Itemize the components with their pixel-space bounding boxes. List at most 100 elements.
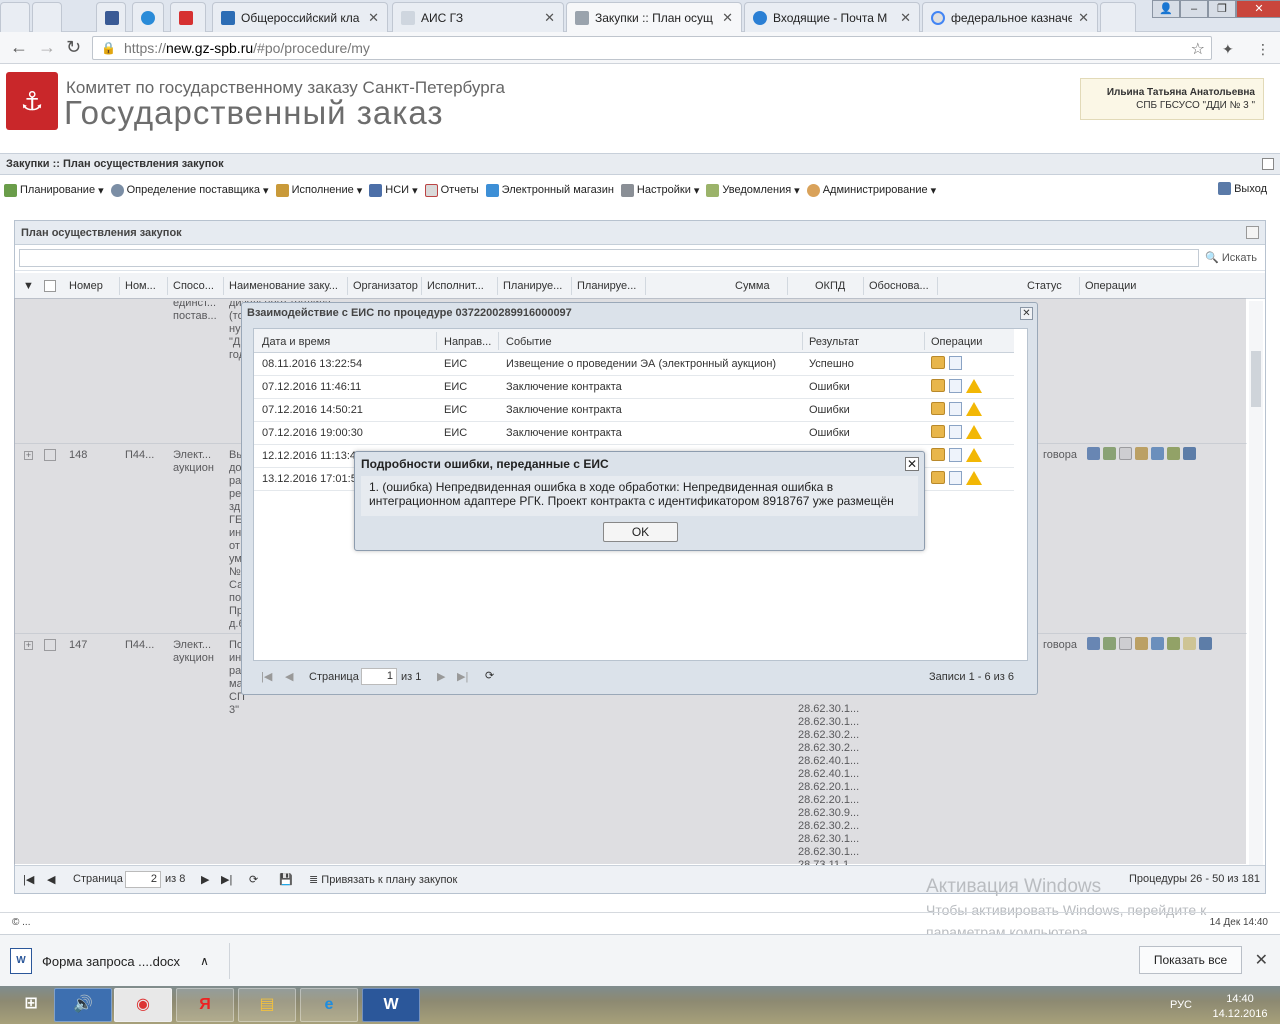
package-icon[interactable] [931,356,945,369]
save-icon[interactable]: 💾 [279,873,293,886]
document-icon[interactable] [949,356,962,370]
col-operations[interactable]: Операции [931,336,982,348]
page-number-input[interactable]: 2 [125,871,161,888]
menu-icon[interactable]: ⋮ [1256,40,1270,58]
first-page-icon[interactable]: |◀ [261,670,272,683]
windows-start-icon[interactable]: ⊞ [2,988,60,1022]
user-info[interactable]: Ильина Татьяна Анатольевна СПБ ГБСУСО "Д… [1080,78,1264,120]
col-okpd[interactable]: ОКПД [815,280,845,292]
close-icon[interactable]: ✕ [722,10,733,26]
clock[interactable]: 14:40 14.12.2016 [1210,992,1270,1022]
col-status[interactable]: Статус [1027,280,1062,292]
prev-page-icon[interactable]: ◀ [285,670,293,683]
package-icon[interactable] [931,379,945,392]
ok-button[interactable]: OK [603,522,678,542]
tab-pinned-3[interactable] [96,2,126,32]
col-result[interactable]: Результат [809,336,859,348]
tab-pinned-5[interactable] [170,2,206,32]
show-all-button[interactable]: Показать все [1139,946,1242,974]
close-icon[interactable]: ✕ [900,10,911,26]
eis-row[interactable]: 07.12.2016 14:50:21 ЕИС Заключение контр… [254,399,1014,422]
user-icon[interactable]: 👤 [1152,0,1180,18]
package-icon[interactable] [931,402,945,415]
warning-icon[interactable] [966,402,982,416]
col-direction[interactable]: Направ... [444,336,491,348]
menu-supplier[interactable]: Определение поставщика ▾ [110,183,269,197]
menu-notifications[interactable]: Уведомления ▾ [706,183,800,197]
download-item[interactable]: W Форма запроса ....docx ∧ [10,943,230,979]
filter-icon[interactable]: ▼ [23,280,34,292]
word-icon[interactable]: W [362,988,420,1022]
yandex-icon[interactable]: Я [176,988,234,1022]
col-datetime[interactable]: Дата и время [262,336,330,348]
collapse-icon[interactable] [1262,158,1274,170]
tab-pinned-4[interactable] [132,2,164,32]
refresh-icon[interactable]: ⟳ [485,669,494,682]
col-executor[interactable]: Исполнит... [427,280,484,292]
next-page-icon[interactable]: ▶ [437,670,445,683]
warning-icon[interactable] [966,471,982,485]
chevron-up-icon[interactable]: ∧ [200,954,209,968]
tab-blank-2[interactable] [32,2,62,32]
eis-row[interactable]: 07.12.2016 19:00:30 ЕИС Заключение контр… [254,422,1014,445]
close-icon[interactable]: ✕ [1020,307,1033,320]
attach-to-plan-button[interactable]: ≣ Привязать к плану закупок [309,873,457,886]
extension-icon[interactable]: ✦ [1222,40,1234,58]
col-operations[interactable]: Операции [1085,280,1136,292]
col-basis[interactable]: Обоснова... [869,280,929,292]
forward-icon[interactable]: → [38,38,56,56]
search-input[interactable] [19,249,1199,267]
menu-execution[interactable]: Исполнение ▾ [275,183,362,197]
close-icon[interactable]: ✕ [368,10,379,26]
col-planned-1[interactable]: Планируе... [503,280,562,292]
menu-reports[interactable]: Отчеты [424,183,479,197]
url-input[interactable]: 🔒 https:// new.gz-spb.ru /#po/procedure/… [92,36,1212,60]
speaker-app-icon[interactable]: 🔊 [54,988,112,1022]
document-icon[interactable] [949,379,962,393]
tab-zakupki[interactable]: Закупки :: План осущ ✕ [566,2,742,32]
close-window-icon[interactable]: ✕ [1236,0,1280,18]
col-num2[interactable]: Ном... [125,280,156,292]
col-number[interactable]: Номер [69,280,103,292]
col-method[interactable]: Спосо... [173,280,219,292]
package-icon[interactable] [931,471,945,484]
tab-okved[interactable]: Общероссийский кла ✕ [212,2,388,32]
eis-row[interactable]: 08.11.2016 13:22:54 ЕИС Извещение о пров… [254,353,1014,376]
document-icon[interactable] [949,425,962,439]
document-icon[interactable] [949,402,962,416]
col-organizer[interactable]: Организатор [353,280,418,292]
tab-mail[interactable]: Входящие - Почта М ✕ [744,2,920,32]
next-page-icon[interactable]: ▶ [201,873,209,886]
warning-icon[interactable] [966,448,982,462]
close-icon[interactable]: ✕ [905,457,919,471]
package-icon[interactable] [931,425,945,438]
new-tab-button[interactable] [1100,2,1136,32]
internet-explorer-icon[interactable]: e [300,988,358,1022]
eis-row[interactable]: 07.12.2016 11:46:11 ЕИС Заключение контр… [254,376,1014,399]
menu-planning[interactable]: Планирование ▾ [4,183,104,197]
document-icon[interactable] [949,471,962,485]
explorer-folder-icon[interactable]: ▤ [238,988,296,1022]
warning-icon[interactable] [966,379,982,393]
package-icon[interactable] [931,448,945,461]
exit-button[interactable]: Выход [1218,182,1267,195]
language-indicator[interactable]: РУС [1170,999,1192,1011]
close-icon[interactable]: ✕ [1255,950,1268,970]
document-icon[interactable] [949,448,962,462]
menu-nsi[interactable]: НСИ ▾ [369,183,418,197]
prev-page-icon[interactable]: ◀ [47,873,55,886]
last-page-icon[interactable]: ▶| [457,670,468,683]
minimize-icon[interactable]: – [1180,0,1208,18]
vertical-scrollbar[interactable] [1249,301,1263,867]
refresh-icon[interactable]: ⟳ [249,873,258,886]
col-planned-2[interactable]: Планируе... [577,280,636,292]
scrollbar-thumb[interactable] [1251,351,1261,407]
menu-settings[interactable]: Настройки ▾ [620,183,699,197]
col-sum[interactable]: Сумма [735,280,770,292]
tab-kazna[interactable]: федеральное казначе ✕ [922,2,1098,32]
page-number-input[interactable]: 1 [361,668,397,685]
close-icon[interactable]: ✕ [544,10,555,26]
col-name[interactable]: Наименование заку... [229,280,338,292]
tab-ais[interactable]: АИС ГЗ ✕ [392,2,564,32]
tab-blank-1[interactable] [0,2,30,32]
